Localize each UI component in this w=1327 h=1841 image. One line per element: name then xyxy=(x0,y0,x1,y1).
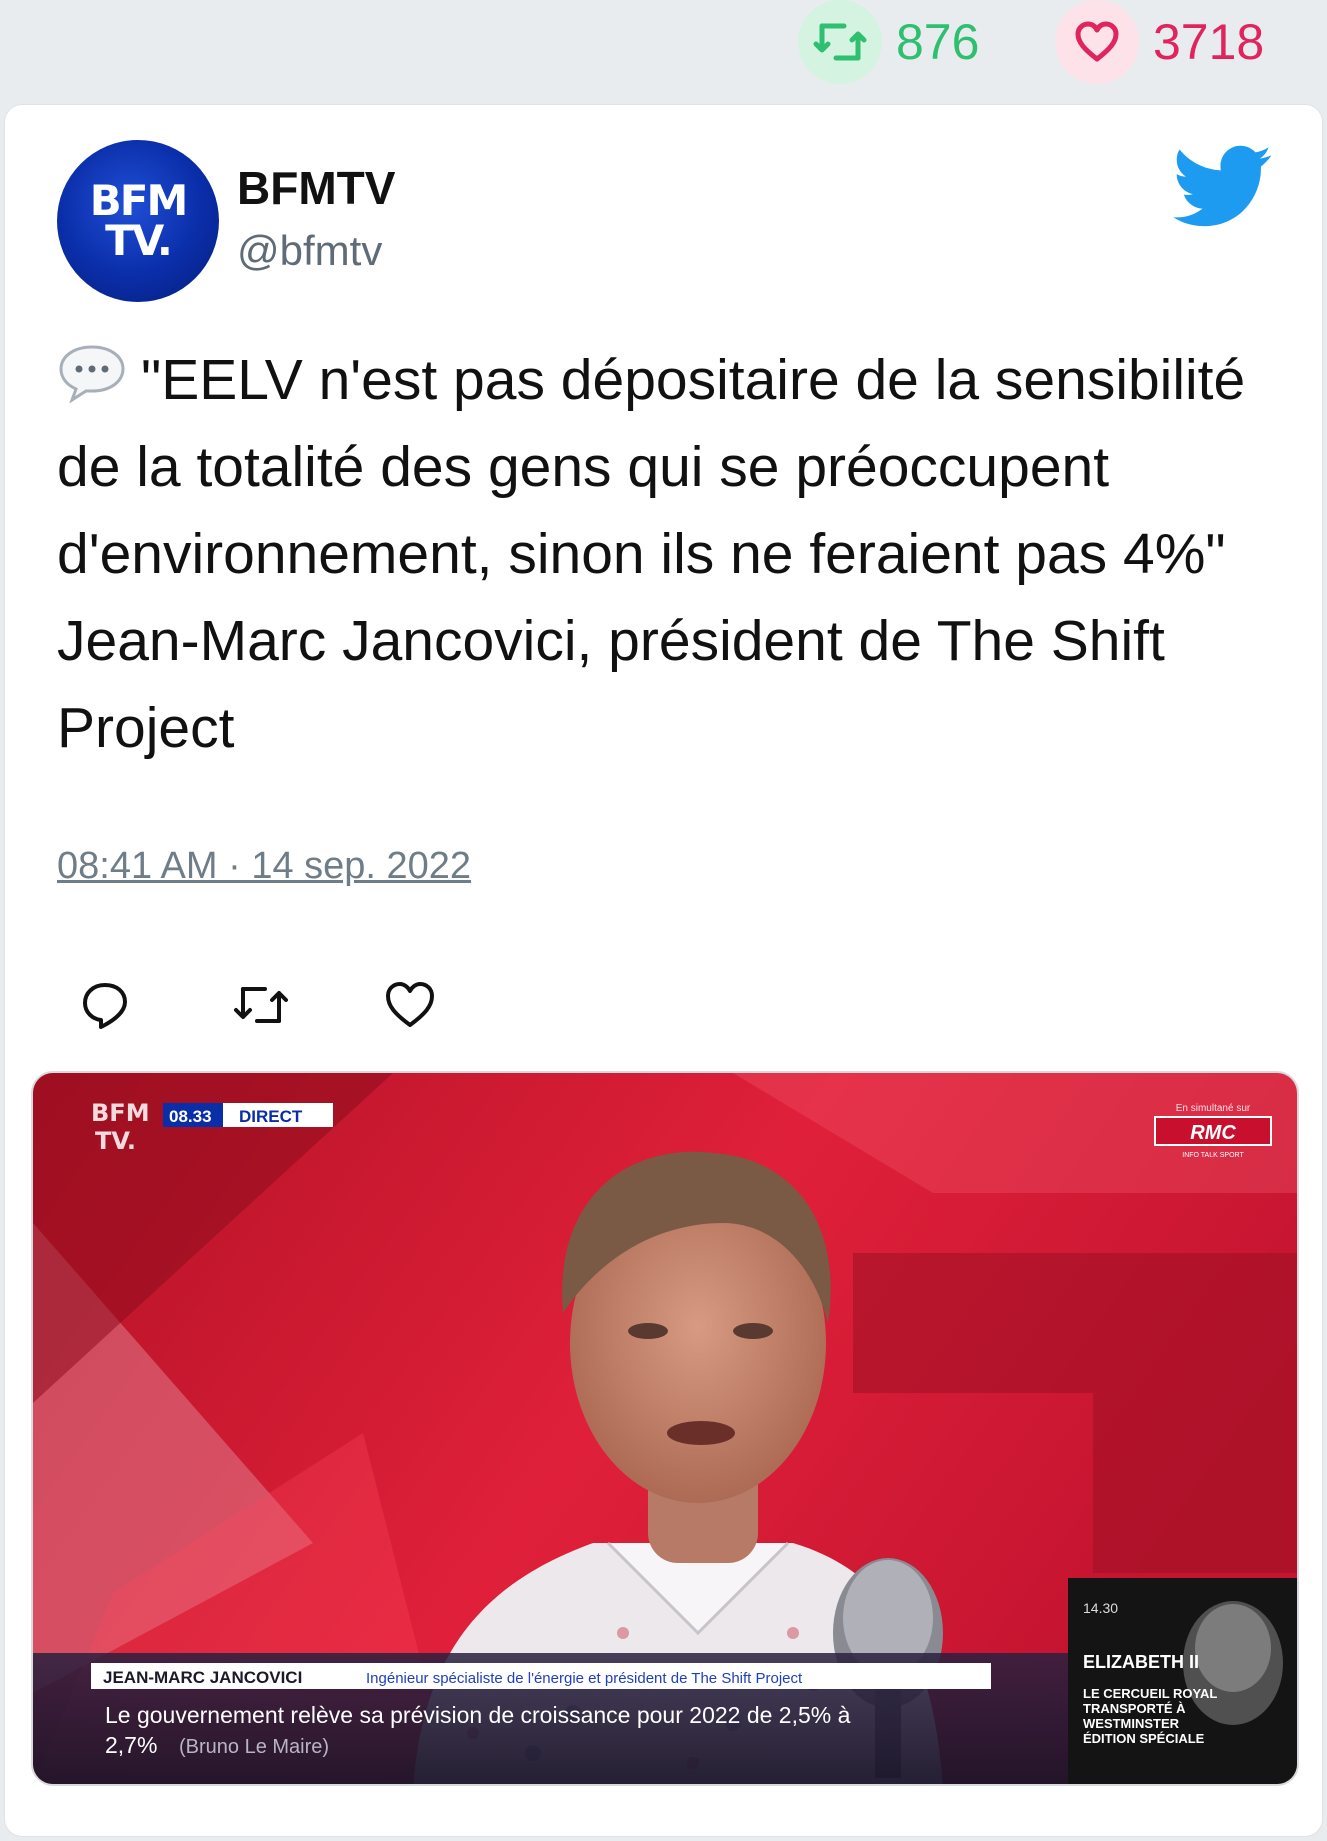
ticker-line-1: Le gouvernement relève sa prévision de c… xyxy=(105,1702,851,1728)
ticker-line-2-main: 2,7% xyxy=(105,1732,157,1758)
like-button[interactable] xyxy=(361,965,513,1045)
simulcast-label: En simultané sur xyxy=(1176,1103,1251,1114)
reply-button[interactable] xyxy=(57,965,209,1045)
tweet-card: BFM TV. BFMTV @bfmtv "EELV n'est pas dép… xyxy=(4,104,1323,1837)
tweet-text: "EELV n'est pas dépositaire de la sensib… xyxy=(57,337,1287,772)
author-name[interactable]: BFMTV xyxy=(237,161,395,215)
video-frame: BFM TV. 08.33 DIRECT En simultané sur RM… xyxy=(33,1073,1297,1784)
lower-third-name: JEAN-MARC JANCOVICI xyxy=(103,1668,302,1687)
heart-icon xyxy=(1055,0,1139,84)
tweet-text-body: "EELV n'est pas dépositaire de la sensib… xyxy=(57,348,1246,760)
twitter-bird-icon[interactable] xyxy=(1173,145,1273,229)
avatar[interactable]: BFM TV. xyxy=(57,140,219,302)
side-panel-time: 14.30 xyxy=(1083,1600,1118,1616)
retweet-icon xyxy=(798,0,882,84)
like-count[interactable]: 3718 xyxy=(1055,0,1264,84)
like-icon xyxy=(386,982,434,1027)
side-panel-line-4: ÉDITION SPÉCIALE xyxy=(1083,1731,1205,1746)
lower-third-title: Ingénieur spécialiste de l'énergie et pr… xyxy=(366,1670,803,1687)
avatar-text-bfm: BFM xyxy=(89,176,188,225)
tweet-actions xyxy=(57,965,513,1045)
ticker-line-2-source: (Bruno Le Maire) xyxy=(179,1736,329,1758)
reply-icon xyxy=(83,983,127,1029)
stats-bar: 876 3718 xyxy=(0,0,1327,100)
channel-logo-tv: TV. xyxy=(95,1127,136,1155)
channel-logo-bfm: BFM xyxy=(91,1099,150,1127)
broadcast-time: 08.33 xyxy=(169,1107,212,1126)
avatar-text-tv: TV. xyxy=(105,216,173,265)
like-count-value: 3718 xyxy=(1153,14,1265,70)
side-panel-line-3: WESTMINSTER xyxy=(1083,1716,1180,1731)
retweet-count-value: 876 xyxy=(896,14,980,70)
simulcast-channel: RMC xyxy=(1190,1122,1236,1144)
side-panel-line-1: LE CERCUEIL ROYAL xyxy=(1083,1686,1217,1701)
tweet-media-image[interactable]: BFM TV. 08.33 DIRECT En simultané sur RM… xyxy=(31,1071,1299,1786)
speech-balloon-icon xyxy=(59,345,125,403)
simulcast-tagline: INFO TALK SPORT xyxy=(1182,1152,1244,1159)
live-label: DIRECT xyxy=(239,1107,303,1126)
retweet-icon xyxy=(234,987,288,1023)
side-panel-line-2: TRANSPORTÉ À xyxy=(1083,1701,1186,1716)
author-handle[interactable]: @bfmtv xyxy=(237,227,382,275)
side-panel-title: ELIZABETH II xyxy=(1083,1652,1199,1672)
retweet-button[interactable] xyxy=(209,965,361,1045)
tweet-timestamp[interactable]: 08:41 AM · 14 sep. 2022 xyxy=(57,845,471,888)
retweet-count[interactable]: 876 xyxy=(798,0,979,84)
